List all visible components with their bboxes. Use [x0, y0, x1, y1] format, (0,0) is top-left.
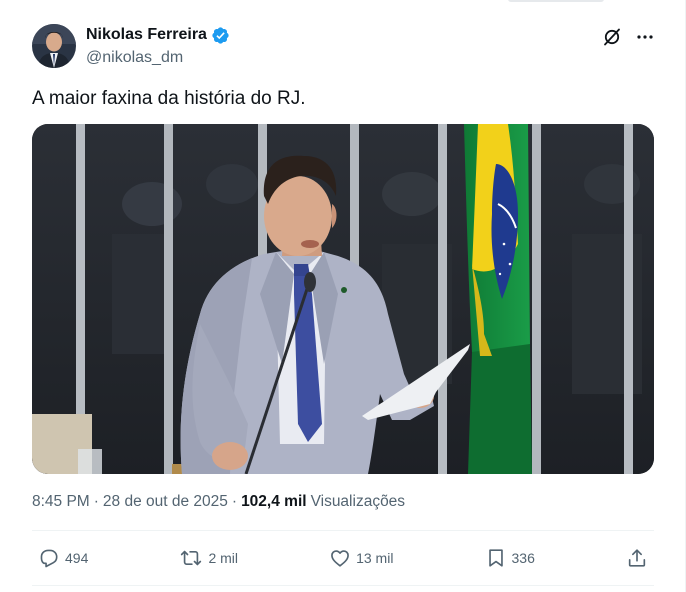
bookmark-button[interactable]: 336	[485, 547, 535, 569]
meta-separator: ·	[93, 493, 99, 510]
avatar[interactable]	[32, 24, 76, 68]
verified-badge-icon	[212, 26, 229, 44]
views-count[interactable]: 102,4 mil	[241, 493, 307, 511]
tweet-date[interactable]: 28 de out de 2025	[103, 493, 228, 511]
views-label: Visualizações	[310, 493, 406, 510]
tweet-header: Nikolas Ferreira @nikolas_dm	[32, 24, 654, 70]
share-button[interactable]	[626, 547, 648, 569]
bookmark-icon	[488, 549, 503, 567]
more-options-icon[interactable]	[636, 28, 654, 46]
tweet-video[interactable]	[32, 124, 654, 474]
bookmark-count: 336	[511, 550, 535, 566]
tweet-actions: 494 2 mil 13 mil 336	[38, 543, 648, 573]
repost-icon	[181, 550, 202, 566]
author-handle[interactable]: @nikolas_dm	[86, 49, 230, 67]
author-name[interactable]: Nikolas Ferreira	[86, 26, 207, 44]
divider	[32, 530, 654, 531]
meta-separator: ·	[231, 493, 238, 510]
like-icon	[331, 550, 349, 567]
tweet-text: A maior faxina da história do RJ.	[32, 88, 306, 109]
reply-count: 494	[65, 550, 89, 566]
like-button[interactable]: 13 mil	[329, 547, 393, 569]
like-count: 13 mil	[356, 550, 394, 566]
tweet-time[interactable]: 8:45 PM	[32, 493, 90, 511]
grok-icon[interactable]	[602, 27, 622, 47]
reply-icon	[40, 549, 58, 568]
share-icon	[628, 549, 646, 567]
top-pill-indicator	[508, 0, 604, 2]
divider	[32, 585, 654, 586]
repost-button[interactable]: 2 mil	[179, 547, 238, 569]
repost-count: 2 mil	[208, 550, 238, 566]
reply-button[interactable]: 494	[38, 547, 88, 569]
tweet-meta: 8:45 PM · 28 de out de 2025 · 102,4 mil …	[32, 493, 405, 511]
